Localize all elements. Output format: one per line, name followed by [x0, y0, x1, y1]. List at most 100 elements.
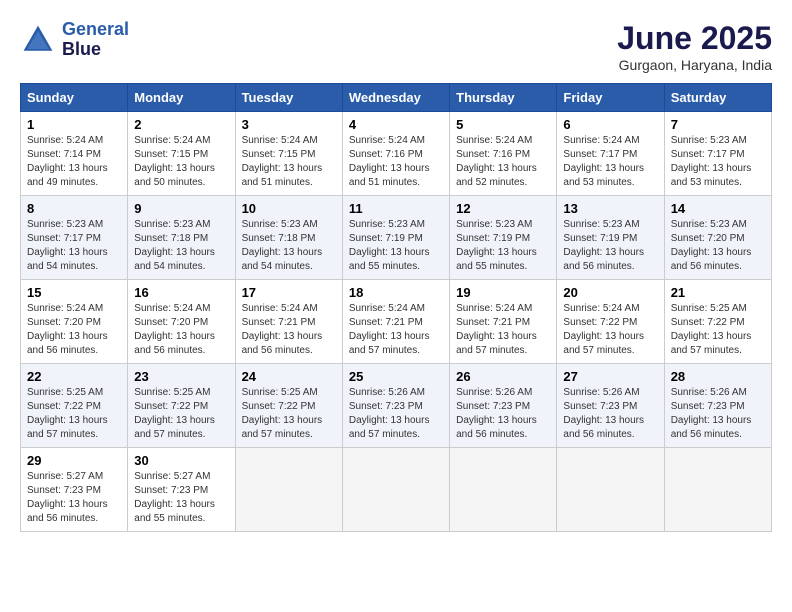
day-number: 28: [671, 369, 765, 384]
day-number: 5: [456, 117, 550, 132]
empty-cell: [235, 448, 342, 532]
calendar-day-cell: 10 Sunrise: 5:23 AM Sunset: 7:18 PM Dayli…: [235, 196, 342, 280]
day-number: 20: [563, 285, 657, 300]
day-info: Sunrise: 5:26 AM Sunset: 7:23 PM Dayligh…: [671, 386, 765, 442]
calendar-day-cell: 8 Sunrise: 5:23 AM Sunset: 7:17 PM Daylig…: [21, 196, 128, 280]
calendar-day-cell: 14Sunrise: 5:23 AM Sunset: 7:20 PM Dayli…: [664, 196, 771, 280]
day-number: 11: [349, 201, 443, 216]
day-number: 8: [27, 201, 121, 216]
day-info: Sunrise: 5:24 AM Sunset: 7:21 PM Dayligh…: [456, 302, 550, 358]
day-info: Sunrise: 5:23 AM Sunset: 7:18 PM Dayligh…: [242, 218, 336, 274]
day-info: Sunrise: 5:25 AM Sunset: 7:22 PM Dayligh…: [27, 386, 121, 442]
calendar-day-cell: 5Sunrise: 5:24 AM Sunset: 7:16 PM Daylig…: [450, 112, 557, 196]
day-info: Sunrise: 5:24 AM Sunset: 7:16 PM Dayligh…: [349, 134, 443, 190]
day-info: Sunrise: 5:23 AM Sunset: 7:19 PM Dayligh…: [456, 218, 550, 274]
weekday-header-sunday: Sunday: [21, 84, 128, 112]
day-info: Sunrise: 5:23 AM Sunset: 7:17 PM Dayligh…: [27, 218, 121, 274]
empty-cell: [664, 448, 771, 532]
empty-cell: [557, 448, 664, 532]
day-number: 2: [134, 117, 228, 132]
day-info: Sunrise: 5:24 AM Sunset: 7:20 PM Dayligh…: [134, 302, 228, 358]
calendar-week-row: 8 Sunrise: 5:23 AM Sunset: 7:17 PM Daylig…: [21, 196, 772, 280]
weekday-header-saturday: Saturday: [664, 84, 771, 112]
day-number: 21: [671, 285, 765, 300]
calendar-day-cell: 7 Sunrise: 5:23 AM Sunset: 7:17 PM Daylig…: [664, 112, 771, 196]
calendar-day-cell: 4 Sunrise: 5:24 AM Sunset: 7:16 PM Daylig…: [342, 112, 449, 196]
day-number: 24: [242, 369, 336, 384]
calendar-day-cell: 16Sunrise: 5:24 AM Sunset: 7:20 PM Dayli…: [128, 280, 235, 364]
day-info: Sunrise: 5:26 AM Sunset: 7:23 PM Dayligh…: [456, 386, 550, 442]
weekday-header-monday: Monday: [128, 84, 235, 112]
logo-text: GeneralBlue: [62, 20, 129, 60]
day-number: 19: [456, 285, 550, 300]
page-header: GeneralBlue June 2025 Gurgaon, Haryana, …: [20, 20, 772, 73]
calendar-day-cell: 29Sunrise: 5:27 AM Sunset: 7:23 PM Dayli…: [21, 448, 128, 532]
calendar-day-cell: 21 Sunrise: 5:25 AM Sunset: 7:22 PM Dayli…: [664, 280, 771, 364]
calendar-day-cell: 20Sunrise: 5:24 AM Sunset: 7:22 PM Dayli…: [557, 280, 664, 364]
day-number: 27: [563, 369, 657, 384]
calendar-day-cell: 6Sunrise: 5:24 AM Sunset: 7:17 PM Daylig…: [557, 112, 664, 196]
empty-cell: [342, 448, 449, 532]
day-number: 22: [27, 369, 121, 384]
day-info: Sunrise: 5:27 AM Sunset: 7:23 PM Dayligh…: [27, 470, 121, 526]
day-info: Sunrise: 5:23 AM Sunset: 7:19 PM Dayligh…: [563, 218, 657, 274]
day-info: Sunrise: 5:24 AM Sunset: 7:17 PM Dayligh…: [563, 134, 657, 190]
day-number: 4: [349, 117, 443, 132]
day-number: 3: [242, 117, 336, 132]
day-info: Sunrise: 5:26 AM Sunset: 7:23 PM Dayligh…: [563, 386, 657, 442]
day-number: 26: [456, 369, 550, 384]
day-info: Sunrise: 5:27 AM Sunset: 7:23 PM Dayligh…: [134, 470, 228, 526]
calendar-day-cell: 3 Sunrise: 5:24 AM Sunset: 7:15 PM Daylig…: [235, 112, 342, 196]
day-info: Sunrise: 5:25 AM Sunset: 7:22 PM Dayligh…: [242, 386, 336, 442]
calendar-day-cell: 28 Sunrise: 5:26 AM Sunset: 7:23 PM Dayli…: [664, 364, 771, 448]
calendar-day-cell: 30 Sunrise: 5:27 AM Sunset: 7:23 PM Dayli…: [128, 448, 235, 532]
day-info: Sunrise: 5:23 AM Sunset: 7:17 PM Dayligh…: [671, 134, 765, 190]
calendar-day-cell: 23Sunrise: 5:25 AM Sunset: 7:22 PM Dayli…: [128, 364, 235, 448]
calendar-day-cell: 12 Sunrise: 5:23 AM Sunset: 7:19 PM Dayli…: [450, 196, 557, 280]
calendar-table: SundayMondayTuesdayWednesdayThursdayFrid…: [20, 83, 772, 532]
day-number: 17: [242, 285, 336, 300]
day-number: 7: [671, 117, 765, 132]
title-area: June 2025 Gurgaon, Haryana, India: [617, 20, 772, 73]
calendar-day-cell: 24 Sunrise: 5:25 AM Sunset: 7:22 PM Dayli…: [235, 364, 342, 448]
calendar-day-cell: 9 Sunrise: 5:23 AM Sunset: 7:18 PM Daylig…: [128, 196, 235, 280]
day-number: 10: [242, 201, 336, 216]
calendar-day-cell: 18 Sunrise: 5:24 AM Sunset: 7:21 PM Dayli…: [342, 280, 449, 364]
day-number: 30: [134, 453, 228, 468]
calendar-day-cell: 17Sunrise: 5:24 AM Sunset: 7:21 PM Dayli…: [235, 280, 342, 364]
location: Gurgaon, Haryana, India: [617, 57, 772, 73]
weekday-header-row: SundayMondayTuesdayWednesdayThursdayFrid…: [21, 84, 772, 112]
day-number: 25: [349, 369, 443, 384]
logo: GeneralBlue: [20, 20, 129, 60]
calendar-day-cell: 26 Sunrise: 5:26 AM Sunset: 7:23 PM Dayli…: [450, 364, 557, 448]
day-info: Sunrise: 5:26 AM Sunset: 7:23 PM Dayligh…: [349, 386, 443, 442]
day-number: 18: [349, 285, 443, 300]
calendar-day-cell: 27 Sunrise: 5:26 AM Sunset: 7:23 PM Dayli…: [557, 364, 664, 448]
calendar-day-cell: 22 Sunrise: 5:25 AM Sunset: 7:22 PM Dayli…: [21, 364, 128, 448]
calendar-week-row: 15 Sunrise: 5:24 AM Sunset: 7:20 PM Dayli…: [21, 280, 772, 364]
day-info: Sunrise: 5:25 AM Sunset: 7:22 PM Dayligh…: [671, 302, 765, 358]
day-number: 12: [456, 201, 550, 216]
empty-cell: [450, 448, 557, 532]
day-info: Sunrise: 5:24 AM Sunset: 7:20 PM Dayligh…: [27, 302, 121, 358]
day-number: 9: [134, 201, 228, 216]
day-info: Sunrise: 5:24 AM Sunset: 7:21 PM Dayligh…: [349, 302, 443, 358]
day-info: Sunrise: 5:23 AM Sunset: 7:19 PM Dayligh…: [349, 218, 443, 274]
calendar-day-cell: 1Sunrise: 5:24 AM Sunset: 7:14 PM Daylig…: [21, 112, 128, 196]
day-info: Sunrise: 5:24 AM Sunset: 7:15 PM Dayligh…: [242, 134, 336, 190]
day-info: Sunrise: 5:24 AM Sunset: 7:14 PM Dayligh…: [27, 134, 121, 190]
calendar-day-cell: 11 Sunrise: 5:23 AM Sunset: 7:19 PM Dayli…: [342, 196, 449, 280]
calendar-week-row: 1Sunrise: 5:24 AM Sunset: 7:14 PM Daylig…: [21, 112, 772, 196]
day-info: Sunrise: 5:23 AM Sunset: 7:18 PM Dayligh…: [134, 218, 228, 274]
logo-icon: [20, 22, 56, 58]
calendar-day-cell: 2Sunrise: 5:24 AM Sunset: 7:15 PM Daylig…: [128, 112, 235, 196]
calendar-week-row: 22 Sunrise: 5:25 AM Sunset: 7:22 PM Dayli…: [21, 364, 772, 448]
day-number: 13: [563, 201, 657, 216]
day-number: 15: [27, 285, 121, 300]
calendar-week-row: 29Sunrise: 5:27 AM Sunset: 7:23 PM Dayli…: [21, 448, 772, 532]
calendar-day-cell: 19 Sunrise: 5:24 AM Sunset: 7:21 PM Dayli…: [450, 280, 557, 364]
month-title: June 2025: [617, 20, 772, 57]
weekday-header-friday: Friday: [557, 84, 664, 112]
calendar-day-cell: 15 Sunrise: 5:24 AM Sunset: 7:20 PM Dayli…: [21, 280, 128, 364]
day-info: Sunrise: 5:25 AM Sunset: 7:22 PM Dayligh…: [134, 386, 228, 442]
